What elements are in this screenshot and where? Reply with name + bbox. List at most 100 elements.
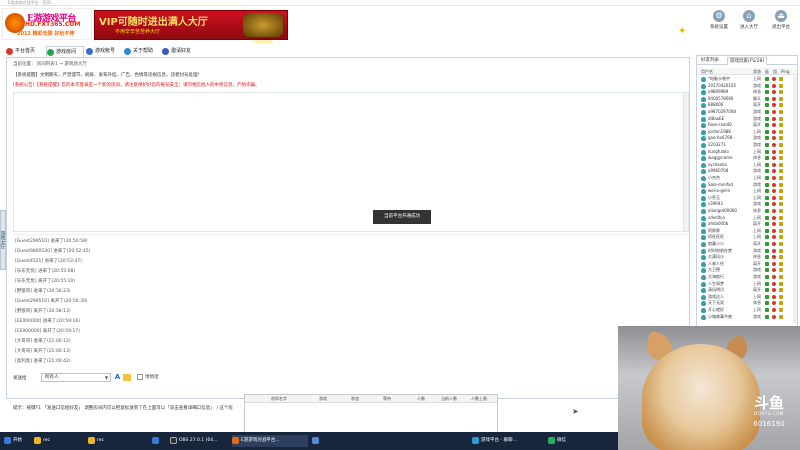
taskbar-app[interactable]	[152, 435, 164, 447]
user-row[interactable]: 20170420105 游戏	[697, 83, 793, 89]
recipient-select[interactable]: 所有人 ▼	[41, 373, 111, 382]
user-row[interactable]: 大漠风沙 休息	[697, 254, 793, 261]
settings-button[interactable]: ⚙ 系统设置	[706, 10, 732, 40]
taskbar-chat[interactable]: 游戏平台 - 群聊...	[472, 435, 542, 447]
user-list-scrollbar[interactable]	[793, 76, 797, 324]
user-row[interactable]: gao-ho6708 游戏	[697, 135, 793, 142]
taskbar-wechat[interactable]: 微信	[548, 435, 588, 447]
user-row[interactable]: sdeditco 上网	[697, 215, 793, 221]
status-dot-icon	[779, 255, 783, 260]
user-row[interactable]: a9960708 游戏	[697, 168, 793, 175]
wechat-icon	[548, 437, 555, 444]
user-name: Rose-real40	[708, 122, 732, 128]
status-dot-icon	[779, 275, 783, 279]
user-row[interactable]: 2203271 游戏	[697, 142, 793, 148]
user-row[interactable]: sychaoka 上网	[697, 162, 793, 168]
user-row[interactable]: 小城故事今夜 游戏	[697, 314, 793, 320]
col-delay[interactable]: 延	[765, 68, 769, 75]
col-group[interactable]: 组	[773, 68, 777, 75]
start-button[interactable]: 开始	[4, 435, 32, 447]
user-row[interactable]: 人来人往 离开	[697, 261, 793, 267]
user-row[interactable]: 游戏达人 上网	[697, 294, 793, 300]
user-row[interactable]: Sala-minifad 游戏	[697, 182, 793, 188]
user-row[interactable]: a9809989 休息	[697, 89, 793, 96]
user-row[interactable]: s39693 游戏	[697, 201, 793, 208]
tab-invite[interactable]: 邀请好友	[162, 46, 200, 57]
taskbar-app-2[interactable]	[312, 435, 326, 447]
user-icon	[701, 209, 706, 214]
tab-account[interactable]: 游戏帐号	[86, 46, 124, 57]
col-game[interactable]: 游戏	[319, 395, 327, 403]
join-leave-log[interactable]: [Guest299510] 进来了(20:50:58) [Guest980053…	[13, 234, 689, 370]
folder-icon[interactable]	[123, 374, 131, 381]
col-state[interactable]: 状态	[351, 395, 359, 403]
user-row[interactable]: jordan1988 上网	[697, 129, 793, 135]
font-style-icon[interactable]: A	[113, 373, 122, 382]
col-limit[interactable]: 人数上限	[471, 395, 487, 403]
status-dot-icon	[779, 235, 783, 240]
user-row[interactable]: 人生如梦 上网	[697, 281, 793, 287]
user-row[interactable]: *电脑卡顿中 上网	[697, 76, 793, 82]
user-row[interactable]: 阿胖胖 上网	[697, 228, 793, 234]
user-row[interactable]: waggyname 休息	[697, 155, 793, 162]
status-dot-icon	[779, 149, 783, 154]
enter-hall-button[interactable]: ⌂ 进入大厅	[736, 10, 762, 40]
taskbar-folder-rec-1[interactable]: rec	[34, 435, 84, 447]
user-row[interactable]: 清风明月 离开	[697, 287, 793, 294]
status-dot-icon	[772, 176, 776, 180]
user-row[interactable]: ahda000b 离开	[697, 221, 793, 228]
tab-friends[interactable]: 好友列表	[699, 57, 721, 65]
col-room-name[interactable]: 房间名字	[271, 395, 287, 403]
user-status: 上网	[753, 148, 761, 154]
user-row[interactable]: 大卫德 游戏	[697, 267, 793, 274]
user-row[interactable]: 寂寞小小 离开	[697, 241, 793, 247]
user-row[interactable]: dl8aaEE 游戏	[697, 116, 793, 122]
col-count[interactable]: 人数	[417, 395, 425, 403]
user-row[interactable]: 小乔玉 上网	[697, 195, 793, 201]
user-row[interactable]: 888006 离开	[697, 102, 793, 109]
user-row[interactable]: weria-gelin 上网	[697, 188, 793, 195]
tab-rooms[interactable]: 游戏房间	[46, 46, 84, 57]
user-row[interactable]: 大海航行 游戏	[697, 274, 793, 280]
user-row[interactable]: 阿旺旺旺 上网	[697, 234, 793, 241]
whisper-checkbox[interactable]	[137, 374, 143, 380]
user-list[interactable]: *电脑卡顿中 上网 20170420105 游戏 a9809989 休息 940057866…	[697, 76, 793, 324]
user-name: ahda000b	[708, 221, 729, 227]
taskbar-folder-rec-2[interactable]: rec	[88, 435, 148, 447]
user-row[interactable]: 天下无双 休息	[697, 300, 793, 307]
status-dot-icon	[765, 301, 769, 306]
chat-scrollbar[interactable]	[683, 93, 688, 231]
user-status: 游戏	[753, 181, 761, 187]
vip-banner[interactable]: VIP可随时进出满人大厅 不用辛辛苦苦养大厅 E游对战平台	[94, 10, 288, 44]
status-dot-icon	[765, 308, 769, 312]
user-row[interactable]: kungfulolo 上网	[697, 149, 793, 155]
col-current[interactable]: 当前人数	[441, 395, 457, 403]
chat-log[interactable]	[13, 92, 689, 232]
tab-players[interactable]: 游戏玩家(FS/28)	[727, 57, 768, 65]
user-row[interactable]: Rose-real40 离开	[697, 122, 793, 129]
status-dot-icon	[772, 116, 776, 121]
col-username[interactable]: 用户名	[701, 68, 713, 75]
status-dot-icon	[772, 314, 776, 319]
taskbar-obs[interactable]: OBS 27.0.1 (64...	[170, 435, 228, 447]
col-ping[interactable]: Ping	[781, 68, 790, 75]
user-row[interactable]: 9400578660 聊天	[697, 96, 793, 102]
status-dot-icon	[772, 248, 776, 253]
exit-button[interactable]: ⏏ 退出平台	[768, 10, 794, 40]
chat-room-panel: 当前位置： 房间列表1 → 游戏场大厅 【系统提醒】文明聊天，严禁谩骂、刷屏、发…	[6, 57, 690, 411]
user-row[interactable]: 开心就好 上网	[697, 307, 793, 313]
user-row[interactable]: a9870297008 游戏	[697, 109, 793, 115]
chat-input-row: 发送给 所有人 ▼ A 悄悄话	[13, 373, 689, 385]
taskbar-eyou[interactable]: E游游戏对战平台...	[232, 435, 308, 447]
user-row[interactable]: 时时刻刻在梦 游戏	[697, 248, 793, 254]
col-status[interactable]: 状态	[753, 68, 761, 75]
col-wait[interactable]: 等待	[383, 395, 391, 403]
user-status: 上网	[753, 293, 761, 299]
user-row[interactable]: 小杰杰 上网	[697, 175, 793, 181]
user-row[interactable]: alianget00000 休息	[697, 208, 793, 214]
tab-home[interactable]: 平台首页	[6, 46, 44, 57]
user-name: 寂寞小小	[708, 241, 724, 246]
status-dot-icon	[765, 314, 769, 319]
tab-help[interactable]: 关于帮助	[124, 46, 162, 57]
status-dot-icon	[765, 110, 769, 114]
